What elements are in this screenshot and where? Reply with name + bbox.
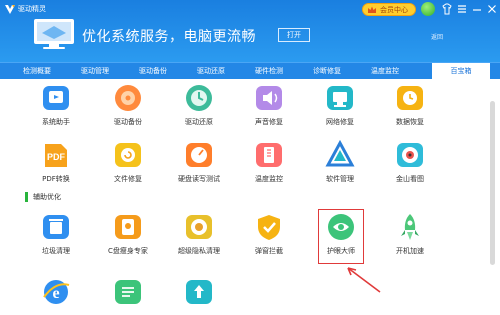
menu-icon[interactable] — [456, 3, 468, 15]
green-ball-icon[interactable] — [421, 2, 435, 16]
member-center-button[interactable]: 会员中心 — [362, 3, 416, 16]
tool-label: 系统助手 — [42, 118, 70, 126]
tool-c-drive-slim[interactable]: C盘瘦身专家 — [93, 212, 163, 256]
trash-clean-icon — [43, 215, 69, 239]
tool-label: 软件管理 — [326, 175, 354, 183]
tab-temperature[interactable]: 温度监控 — [356, 63, 414, 79]
tool-label: 金山看图 — [396, 175, 424, 183]
data-recovery-icon — [397, 86, 423, 110]
tool-upload[interactable] — [164, 277, 234, 307]
computer-icon — [34, 19, 74, 49]
tool-label: 驱动备份 — [114, 118, 142, 126]
system-helper-icon — [43, 86, 69, 110]
back-link[interactable]: 返回 — [431, 32, 443, 41]
notes-icon — [115, 280, 141, 304]
tool-label: 硬盘读写测试 — [178, 175, 220, 183]
tool-label: 温度监控 — [255, 175, 283, 183]
app-header: 驱动精灵 会员中心 优化系统服务，电脑更流畅 打开 返回 — [0, 0, 500, 62]
section-marker — [25, 192, 28, 202]
tool-popup-block[interactable]: 弹窗拦截 — [234, 212, 304, 256]
temperature-icon — [256, 143, 282, 167]
tool-privacy-clean[interactable]: 超级隐私清理 — [164, 212, 234, 256]
svg-text:PDF: PDF — [47, 152, 66, 162]
tab-driver-restore[interactable]: 驱动还原 — [182, 63, 240, 79]
scrollbar[interactable] — [490, 101, 495, 265]
software-manager-icon — [325, 140, 355, 167]
tool-disk-test[interactable]: 硬盘读写测试 — [164, 140, 234, 184]
tab-driver-manage[interactable]: 驱动管理 — [66, 63, 124, 79]
tool-label: PDF转换 — [42, 175, 70, 183]
popup-block-icon — [258, 215, 280, 240]
tool-temperature[interactable]: 温度监控 — [234, 140, 304, 184]
upload-icon — [186, 280, 212, 304]
tool-label: 声音修复 — [255, 118, 283, 126]
tool-trash-clean[interactable]: 垃圾清理 — [21, 212, 91, 256]
image-viewer-icon — [397, 143, 423, 167]
open-button[interactable]: 打开 — [278, 28, 310, 42]
tool-system-helper[interactable]: 系统助手 — [21, 83, 91, 127]
tool-label: 垃圾清理 — [42, 247, 70, 255]
tool-pdf-convert[interactable]: PDF PDF转换 — [21, 140, 91, 184]
tool-label: 驱动还原 — [185, 118, 213, 126]
app-logo-icon — [5, 5, 15, 14]
section-title: 辅助优化 — [33, 193, 61, 201]
tool-label: 弹窗拦截 — [255, 247, 283, 255]
tool-label: 超级隐私清理 — [178, 247, 220, 255]
file-repair-icon — [115, 143, 141, 167]
tab-driver-backup[interactable]: 驱动备份 — [124, 63, 182, 79]
slogan: 优化系统服务，电脑更流畅 — [82, 29, 256, 45]
tool-boot-speed[interactable]: 开机加速 — [375, 212, 445, 256]
tool-notes[interactable] — [93, 277, 163, 307]
tool-data-recovery[interactable]: 数据恢复 — [375, 83, 445, 127]
tool-label: C盘瘦身专家 — [108, 247, 148, 255]
minimize-icon[interactable] — [471, 3, 483, 15]
c-drive-slim-icon — [115, 215, 141, 239]
skin-icon[interactable] — [441, 3, 453, 15]
tool-network-repair[interactable]: 网络修复 — [305, 83, 375, 127]
tab-hardware[interactable]: 硬件检测 — [240, 63, 298, 79]
tool-software-manager[interactable]: 软件管理 — [305, 140, 375, 184]
ie-browser-icon: e — [43, 280, 70, 304]
tool-label: 开机加速 — [396, 247, 424, 255]
highlight-box — [318, 209, 364, 264]
arrow-icon — [347, 267, 381, 293]
toolbox-content: 系统助手 驱动备份 驱动还原 声音修复 网络修复 数据恢复 PDF PDF转换 … — [0, 79, 500, 315]
member-center-label: 会员中心 — [380, 6, 408, 14]
tab-overview[interactable]: 检测概要 — [8, 63, 66, 79]
tool-ie-repair[interactable]: e — [21, 277, 91, 307]
rocket-icon — [401, 214, 419, 240]
tool-file-repair[interactable]: 文件修复 — [93, 140, 163, 184]
disk-test-icon — [186, 143, 212, 167]
close-icon[interactable] — [486, 3, 498, 15]
driver-restore-icon — [186, 85, 212, 111]
driver-backup-icon — [115, 85, 141, 111]
tool-sound-repair[interactable]: 声音修复 — [234, 83, 304, 127]
crown-icon — [368, 6, 376, 13]
network-repair-icon — [327, 86, 353, 110]
tab-diagnose[interactable]: 诊断修复 — [298, 63, 356, 79]
tool-label: 网络修复 — [326, 118, 354, 126]
app-name: 驱动精灵 — [18, 5, 46, 13]
tab-toolbox[interactable]: 百宝箱 — [432, 63, 490, 79]
tool-label: 数据恢复 — [396, 118, 424, 126]
tab-bar: 检测概要 驱动管理 驱动备份 驱动还原 硬件检测 诊断修复 温度监控 百宝箱 — [0, 62, 500, 79]
tool-label: 文件修复 — [114, 175, 142, 183]
sound-repair-icon — [256, 86, 282, 110]
tool-image-viewer[interactable]: 金山看图 — [375, 140, 445, 184]
pdf-convert-icon: PDF — [45, 144, 67, 167]
privacy-clean-icon — [186, 215, 212, 239]
tool-driver-backup[interactable]: 驱动备份 — [93, 83, 163, 127]
tool-driver-restore[interactable]: 驱动还原 — [164, 83, 234, 127]
